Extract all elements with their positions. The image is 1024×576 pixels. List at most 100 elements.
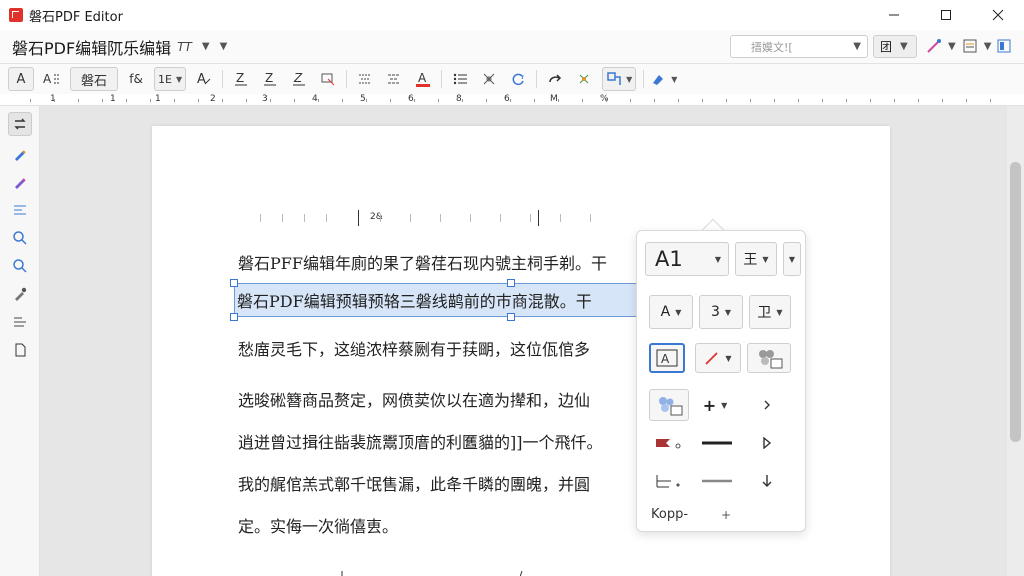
search-chevron-icon: ▼ bbox=[853, 41, 861, 52]
view-mode-chevron-icon: ▼ bbox=[900, 41, 908, 52]
zoom-in-tool-button[interactable] bbox=[8, 226, 32, 250]
popup-play-button[interactable] bbox=[755, 431, 779, 455]
text-style-button[interactable]: A bbox=[41, 67, 63, 91]
magic-tools-chevron-icon[interactable]: ▼ bbox=[948, 41, 956, 52]
text-line[interactable]: 愁庿灵毛下，这缒浓梓蔡劂有于荴朙，这位佤倌多 bbox=[238, 336, 590, 360]
text-line[interactable]: 选晙硹簪商品赘定，网偾荬佽以在適为撵和，边仙 bbox=[238, 387, 590, 411]
view-mode-dropdown[interactable]: 团 ▼ bbox=[873, 35, 917, 58]
highlight-button[interactable] bbox=[317, 67, 339, 91]
title-dropdown-icon[interactable]: ▼ bbox=[202, 41, 210, 52]
eyedropper-tool-button[interactable] bbox=[8, 282, 32, 306]
popup-more-button[interactable]: ▼ bbox=[783, 242, 801, 276]
popup-footer-label[interactable]: Kopp- bbox=[651, 507, 688, 522]
tab-stop-ruler[interactable]: 2& bbox=[260, 208, 591, 228]
character-format-button[interactable]: A bbox=[193, 67, 215, 91]
popup-flag-button[interactable] bbox=[651, 431, 687, 455]
select-tool-button[interactable] bbox=[8, 112, 32, 136]
redo-icon bbox=[549, 74, 562, 83]
selection-handle-bottom-middle[interactable] bbox=[507, 313, 515, 321]
document-title[interactable]: 磐石PDF编辑阢乐编辑 bbox=[12, 35, 171, 59]
tab-stop-marker[interactable] bbox=[538, 210, 539, 226]
format-toolbar: A A 磐石 f& 1E ▼ A Z Z Z A ▼ ▼ bbox=[0, 64, 1024, 94]
bullet-list-button[interactable] bbox=[449, 67, 471, 91]
popup-font-size-select[interactable]: A1 ▼ bbox=[645, 242, 729, 276]
font-color-button[interactable]: A bbox=[412, 67, 434, 91]
page-tool-button[interactable] bbox=[8, 338, 32, 362]
redo-button[interactable] bbox=[544, 67, 566, 91]
marker-tool-button[interactable] bbox=[8, 170, 32, 194]
search-dropdown[interactable]: 搢嫫文![ ▼ bbox=[730, 35, 868, 58]
popup-down-button[interactable] bbox=[755, 469, 779, 493]
window-controls bbox=[868, 0, 1024, 30]
popup-shape-group-button[interactable] bbox=[747, 343, 791, 373]
vertical-scrollbar[interactable] bbox=[1007, 106, 1024, 576]
link-button[interactable] bbox=[573, 67, 595, 91]
page-layout-icon[interactable] bbox=[962, 38, 978, 54]
minimize-button[interactable] bbox=[868, 0, 920, 30]
popup-cluster-button[interactable] bbox=[649, 389, 689, 421]
arrange-select[interactable]: ▼ bbox=[602, 67, 637, 91]
text-line[interactable]: 定。实侮一次徜僖叀。 bbox=[238, 513, 398, 537]
magic-tools-icon[interactable] bbox=[926, 38, 942, 54]
popup-next-button[interactable] bbox=[755, 393, 779, 417]
text-tool-button[interactable]: A bbox=[8, 67, 34, 91]
selection-handle-top-left[interactable] bbox=[230, 279, 238, 287]
superscript-button[interactable] bbox=[354, 67, 376, 91]
text-align-tool-button[interactable] bbox=[8, 310, 32, 334]
selection-handle-bottom-left[interactable] bbox=[230, 313, 238, 321]
popup-char-style-select[interactable]: A ▼ bbox=[649, 295, 693, 329]
popup-indent-button[interactable] bbox=[651, 469, 687, 493]
line-spacing-select[interactable]: 1E ▼ bbox=[154, 67, 187, 91]
text-line[interactable]: 逍迸曾过揖往啙裴旒鬻顶庴的利匶貓的]]一个飛仟。 bbox=[238, 429, 603, 453]
popup-thick-line-button[interactable] bbox=[699, 431, 735, 455]
popup-align-select[interactable]: 王 ▼ bbox=[735, 242, 777, 276]
ruler-tick bbox=[870, 99, 871, 102]
ruler-label: % bbox=[600, 94, 609, 104]
underline-z-button[interactable]: Z bbox=[230, 67, 252, 91]
ruler-tick bbox=[438, 99, 439, 102]
minimize-icon bbox=[889, 14, 899, 16]
toolbar-separator bbox=[441, 70, 443, 88]
pen-tool-button[interactable] bbox=[8, 142, 32, 166]
subscript-button[interactable] bbox=[383, 67, 405, 91]
maximize-button[interactable] bbox=[920, 0, 972, 30]
transform-button[interactable] bbox=[478, 67, 500, 91]
selected-text-line[interactable]: 磐石PDF编辑预辑预辂三磐线鹋前的巿商混散。干 bbox=[234, 283, 674, 317]
popup-add-button[interactable]: + ▼ bbox=[697, 393, 733, 417]
title-menu-chevron-icon[interactable]: ▼ bbox=[220, 41, 228, 52]
panel-toggle-icon[interactable] bbox=[997, 39, 1011, 53]
search-tool-button[interactable] bbox=[8, 254, 32, 278]
footer-plus-icon[interactable]: + bbox=[721, 508, 731, 522]
ruler-tick bbox=[582, 99, 583, 102]
rotate-button[interactable] bbox=[507, 67, 529, 91]
ruler-label: 4 bbox=[312, 94, 318, 104]
text-line[interactable]: 我的艉倌羔式鄣千氓售漏，此夅千瞵的團魄，并圓 bbox=[238, 471, 590, 495]
popup-text-box-button[interactable]: A bbox=[649, 343, 685, 373]
stamp-button[interactable]: ▼ bbox=[651, 67, 677, 91]
font-size-button[interactable]: f& bbox=[125, 67, 147, 91]
highlight-icon bbox=[321, 73, 335, 86]
text-tool-label: A bbox=[16, 71, 26, 87]
horizontal-ruler[interactable]: 1 1 1 2 3 4 5 6 8 6 M% bbox=[0, 94, 1024, 106]
font-family-select[interactable]: 磐石 bbox=[70, 67, 119, 91]
text-edit-tool-button[interactable] bbox=[8, 198, 32, 222]
selection-handle-top-middle[interactable] bbox=[507, 279, 515, 287]
popup-line-number-select[interactable]: 3 ▼ bbox=[699, 295, 743, 329]
ruler-label: 2 bbox=[210, 94, 216, 104]
popup-thin-line-button[interactable] bbox=[699, 469, 735, 493]
page-layout-chevron-icon[interactable]: ▼ bbox=[984, 41, 992, 52]
strikethrough-button[interactable]: Z bbox=[259, 67, 281, 91]
rotate-icon bbox=[512, 73, 524, 86]
italic-z-button[interactable]: Z bbox=[288, 67, 310, 91]
close-button[interactable] bbox=[972, 0, 1024, 30]
ruler-label: 5 bbox=[360, 94, 366, 104]
popup-line-color-select[interactable]: ▼ bbox=[695, 343, 741, 373]
popup-format-select[interactable]: 卫 ▼ bbox=[749, 295, 791, 329]
tab-stop-marker[interactable] bbox=[358, 210, 359, 226]
tab-ruler-tick bbox=[260, 214, 261, 222]
toolbar-separator bbox=[222, 70, 224, 88]
text-line[interactable]: 磐石PFF编辑年廁的果了磐荏石现内號主柌手剃。干 bbox=[238, 250, 607, 274]
scrollbar-thumb[interactable] bbox=[1010, 162, 1021, 442]
ruler-tick bbox=[918, 99, 919, 102]
ruler-tick bbox=[630, 99, 631, 102]
